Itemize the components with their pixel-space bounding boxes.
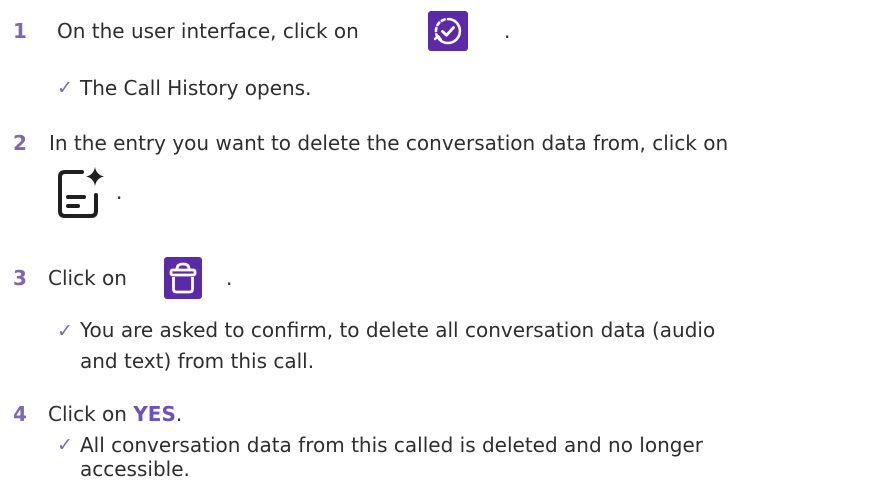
check-icon: ✓ [57,434,73,456]
step-4-text-before: Click on [48,402,127,426]
step-4-text: Click on YES. [48,400,182,428]
step-3-result-line1: You are asked to confirm, to delete all … [80,318,716,342]
check-icon: ✓ [57,77,73,99]
step-1-period: . [504,19,511,43]
step-1-result: The Call History opens. [80,76,312,100]
step-3-number: 3 [13,266,27,290]
call-history-icon [428,11,468,51]
check-icon: ✓ [57,320,73,342]
step-4-number: 4 [13,402,27,426]
trash-icon [164,257,202,299]
yes-link[interactable]: YES [133,402,176,426]
step-3-text: Click on [48,266,127,290]
step-2-number: 2 [13,131,27,155]
step-3-result-line2: and text) from this call. [80,349,315,373]
step-1-number: 1 [13,19,27,43]
step-4-result-line2: accessible. [80,457,190,481]
step-2-text: In the entry you want to delete the conv… [49,131,729,155]
step-3-period: . [226,266,233,290]
step-1-text: On the user interface, click on [57,19,359,43]
step-4-period: . [175,402,183,426]
step-2-period: . [116,180,123,204]
ai-document-icon [54,165,108,221]
